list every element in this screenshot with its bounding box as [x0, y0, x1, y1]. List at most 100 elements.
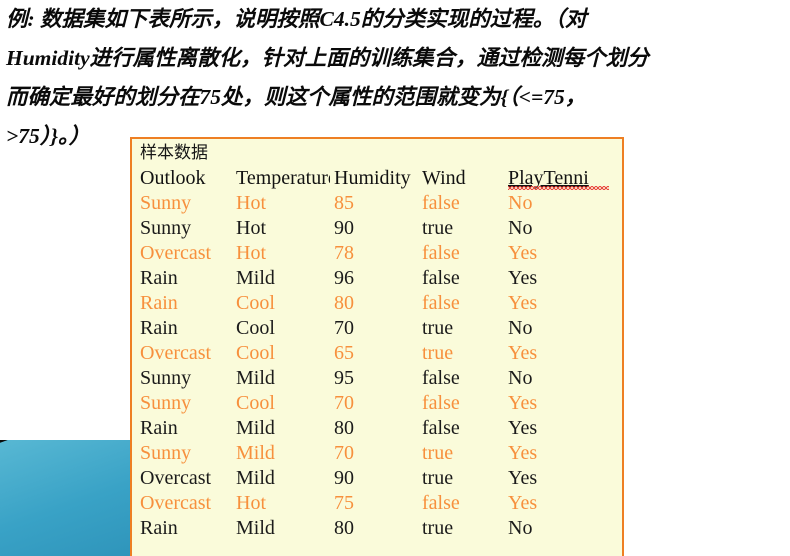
cell-humidity: 70 — [334, 442, 354, 464]
sample-data-table-card: 样本数据 Outlook Temperature Humidity Wind P… — [130, 137, 624, 556]
cell-temperature: Cool — [236, 342, 275, 364]
cell-outlook: Overcast — [140, 467, 212, 489]
table-row: Sunny Mild 95 false No — [136, 366, 620, 391]
table-row: Overcast Hot 78 false Yes — [136, 241, 620, 266]
cell-outlook: Rain — [140, 517, 178, 539]
cell-playtennis: No — [508, 192, 533, 214]
cell-temperature: Cool — [236, 317, 275, 339]
cell-wind: true — [422, 217, 454, 239]
spellcheck-squiggle-icon — [508, 186, 609, 190]
intro-line-2: Humidity进行属性离散化，针对上面的训练集合，通过检测每个划分 — [6, 46, 649, 70]
column-header-wind: Wind — [422, 167, 466, 189]
cell-temperature: Mild — [236, 442, 275, 464]
cell-humidity: 96 — [334, 267, 354, 289]
cell-outlook: Sunny — [140, 367, 192, 389]
cell-outlook: Sunny — [140, 442, 192, 464]
cell-wind: true — [422, 317, 454, 339]
cell-playtennis: No — [508, 217, 533, 239]
column-header-humidity: Humidity — [334, 167, 411, 189]
cell-temperature: Cool — [236, 392, 275, 414]
cell-temperature: Hot — [236, 217, 266, 239]
cell-playtennis: No — [508, 517, 533, 539]
table-header: Outlook Temperature Humidity Wind PlayTe… — [136, 166, 620, 191]
intro-paragraph: 例: 数据集如下表所示，说明按照C4.5的分类实现的过程。（对 Humidity… — [4, 0, 790, 156]
cell-outlook: Rain — [140, 267, 178, 289]
cell-outlook: Sunny — [140, 192, 192, 214]
cell-playtennis: Yes — [508, 242, 538, 264]
cell-playtennis: Yes — [508, 467, 538, 489]
cell-outlook: Rain — [140, 417, 178, 439]
cell-temperature: Mild — [236, 517, 275, 539]
cell-outlook: Rain — [140, 292, 178, 314]
cell-wind: false — [422, 417, 460, 439]
cell-temperature: Mild — [236, 367, 275, 389]
cell-humidity: 80 — [334, 517, 354, 539]
table-caption: 样本数据 — [140, 143, 208, 163]
intro-line-3: 而确定最好的划分在75处，则这个属性的范围就变为{（<=75， — [6, 85, 587, 109]
cell-playtennis: Yes — [508, 342, 538, 364]
cell-outlook: Sunny — [140, 217, 192, 239]
table-row: Overcast Mild 90 true Yes — [136, 466, 620, 491]
decoration-layer — [0, 440, 132, 556]
table-row: Sunny Hot 85 false No — [136, 191, 620, 216]
column-header-temperature: Temperature — [236, 167, 330, 189]
cell-temperature: Cool — [236, 292, 275, 314]
cell-humidity: 80 — [334, 417, 354, 439]
table-row: Rain Cool 80 false Yes — [136, 291, 620, 316]
cell-wind: false — [422, 292, 460, 314]
cell-wind: false — [422, 392, 460, 414]
cell-playtennis: Yes — [508, 492, 538, 514]
cell-wind: false — [422, 267, 460, 289]
cell-humidity: 78 — [334, 242, 354, 264]
cell-humidity: 95 — [334, 367, 354, 389]
decoration-light-band — [0, 440, 132, 556]
cell-temperature: Hot — [236, 242, 266, 264]
decoration-teal-wedge — [0, 440, 132, 556]
cell-playtennis: No — [508, 367, 533, 389]
cell-wind: true — [422, 517, 454, 539]
cell-playtennis: Yes — [508, 267, 538, 289]
cell-wind: false — [422, 242, 460, 264]
cell-humidity: 85 — [334, 192, 354, 214]
cell-humidity: 90 — [334, 217, 354, 239]
cell-wind: false — [422, 367, 460, 389]
table-row: Sunny Mild 70 true Yes — [136, 441, 620, 466]
table-row: Overcast Cool 65 true Yes — [136, 341, 620, 366]
table-row: Sunny Hot 90 true No — [136, 216, 620, 241]
table-row: Sunny Cool 70 false Yes — [136, 391, 620, 416]
cell-temperature: Mild — [236, 467, 275, 489]
table-row: Rain Mild 80 false Yes — [136, 416, 620, 441]
cell-humidity: 65 — [334, 342, 354, 364]
table-header-row: Outlook Temperature Humidity Wind PlayTe… — [136, 166, 620, 191]
cell-playtennis: Yes — [508, 292, 538, 314]
table-row: Rain Mild 80 true No — [136, 516, 620, 541]
cell-temperature: Hot — [236, 192, 266, 214]
table-row: Rain Mild 96 false Yes — [136, 266, 620, 291]
cell-outlook: Sunny — [140, 392, 192, 414]
cell-outlook: Overcast — [140, 342, 212, 364]
cell-wind: false — [422, 492, 460, 514]
table-body: Sunny Hot 85 false No Sunny Hot 90 true No Overcas… — [136, 191, 620, 541]
cell-humidity: 75 — [334, 492, 354, 514]
cell-humidity: 80 — [334, 292, 354, 314]
cell-outlook: Overcast — [140, 242, 212, 264]
cell-wind: true — [422, 342, 454, 364]
cell-outlook: Rain — [140, 317, 178, 339]
sample-data-table: Outlook Temperature Humidity Wind PlayTe… — [136, 166, 620, 541]
cell-temperature: Mild — [236, 267, 275, 289]
column-header-playtennis: PlayTenni — [504, 166, 620, 191]
cell-playtennis: Yes — [508, 442, 538, 464]
cell-wind: true — [422, 467, 454, 489]
table-row: Rain Cool 70 true No — [136, 316, 620, 341]
cell-wind: true — [422, 442, 454, 464]
intro-line-1: 例: 数据集如下表所示，说明按照C4.5的分类实现的过程。（对 — [6, 7, 587, 31]
cell-playtennis: No — [508, 317, 533, 339]
column-header-outlook: Outlook — [140, 167, 206, 189]
cell-wind: false — [422, 192, 460, 214]
cell-humidity: 70 — [334, 317, 354, 339]
cell-outlook: Overcast — [140, 492, 212, 514]
cell-temperature: Hot — [236, 492, 266, 514]
cell-temperature: Mild — [236, 417, 275, 439]
decoration-black-band — [0, 440, 132, 556]
cell-humidity: 70 — [334, 392, 354, 414]
